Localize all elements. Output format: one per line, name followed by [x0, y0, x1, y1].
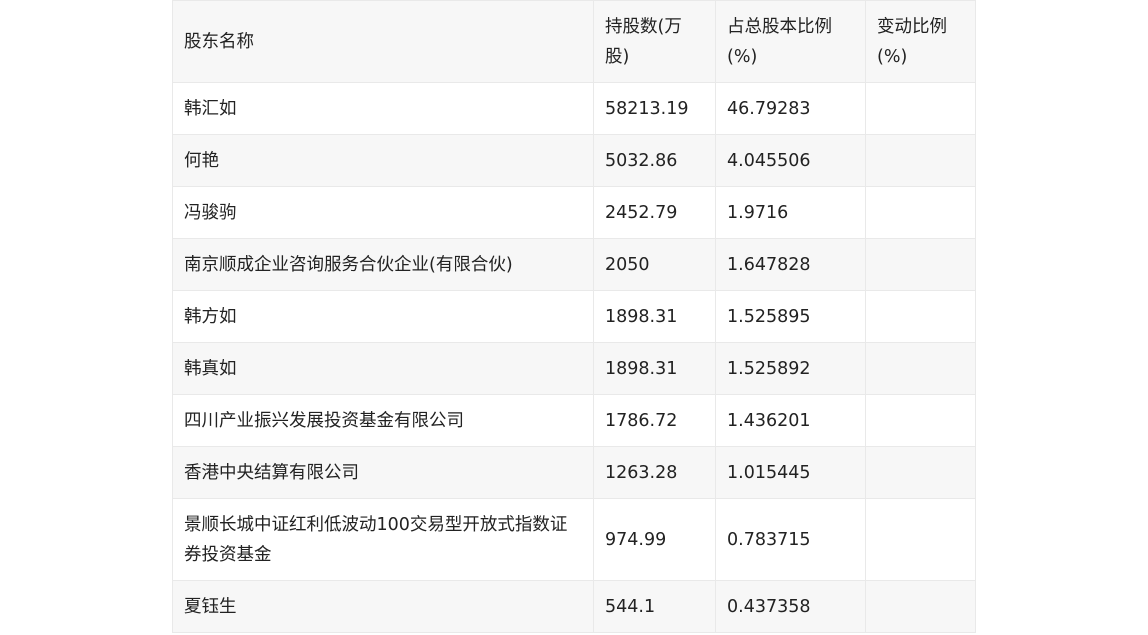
cell-shares: 974.99: [593, 498, 716, 581]
header-shares: 持股数(万股): [593, 0, 716, 83]
table-row: 景顺长城中证红利低波动100交易型开放式指数证券投资基金 974.99 0.78…: [172, 498, 976, 581]
table-row: 四川产业振兴发展投资基金有限公司 1786.72 1.436201: [172, 394, 976, 447]
cell-change: [865, 446, 976, 499]
cell-shares: 58213.19: [593, 82, 716, 135]
cell-name: 何艳: [172, 134, 594, 187]
cell-ratio: 0.783715: [715, 498, 866, 581]
cell-ratio: 1.436201: [715, 394, 866, 447]
cell-ratio: 4.045506: [715, 134, 866, 187]
cell-name: 夏钰生: [172, 580, 594, 633]
cell-name: 景顺长城中证红利低波动100交易型开放式指数证券投资基金: [172, 498, 594, 581]
cell-change: [865, 134, 976, 187]
table-header-row: 股东名称 持股数(万股) 占总股本比例(%) 变动比例(%): [172, 0, 976, 83]
cell-change: [865, 342, 976, 395]
cell-change: [865, 580, 976, 633]
cell-shares: 1263.28: [593, 446, 716, 499]
shareholder-table-container: 股东名称 持股数(万股) 占总股本比例(%) 变动比例(%) 韩汇如 58213…: [172, 0, 976, 633]
cell-shares: 5032.86: [593, 134, 716, 187]
header-shareholder-name: 股东名称: [172, 0, 594, 83]
table-row: 冯骏驹 2452.79 1.9716: [172, 186, 976, 239]
cell-ratio: 1.525892: [715, 342, 866, 395]
cell-ratio: 0.437358: [715, 580, 866, 633]
table-row: 韩汇如 58213.19 46.79283: [172, 82, 976, 135]
cell-shares: 2452.79: [593, 186, 716, 239]
cell-name: 韩汇如: [172, 82, 594, 135]
cell-shares: 1898.31: [593, 342, 716, 395]
header-change: 变动比例(%): [865, 0, 976, 83]
table-row: 香港中央结算有限公司 1263.28 1.015445: [172, 446, 976, 499]
cell-ratio: 1.647828: [715, 238, 866, 291]
cell-change: [865, 238, 976, 291]
table-row: 韩真如 1898.31 1.525892: [172, 342, 976, 395]
cell-change: [865, 82, 976, 135]
cell-name: 冯骏驹: [172, 186, 594, 239]
table-row: 韩方如 1898.31 1.525895: [172, 290, 976, 343]
cell-change: [865, 290, 976, 343]
cell-shares: 544.1: [593, 580, 716, 633]
cell-name: 韩方如: [172, 290, 594, 343]
cell-shares: 2050: [593, 238, 716, 291]
cell-name: 香港中央结算有限公司: [172, 446, 594, 499]
cell-change: [865, 186, 976, 239]
header-ratio: 占总股本比例(%): [715, 0, 866, 83]
cell-shares: 1786.72: [593, 394, 716, 447]
cell-ratio: 1.015445: [715, 446, 866, 499]
cell-name: 南京顺成企业咨询服务合伙企业(有限合伙): [172, 238, 594, 291]
cell-change: [865, 498, 976, 581]
table-row: 夏钰生 544.1 0.437358: [172, 580, 976, 633]
shareholder-table: 股东名称 持股数(万股) 占总股本比例(%) 变动比例(%) 韩汇如 58213…: [172, 0, 976, 633]
table-row: 南京顺成企业咨询服务合伙企业(有限合伙) 2050 1.647828: [172, 238, 976, 291]
cell-ratio: 1.9716: [715, 186, 866, 239]
cell-shares: 1898.31: [593, 290, 716, 343]
cell-name: 四川产业振兴发展投资基金有限公司: [172, 394, 594, 447]
cell-ratio: 46.79283: [715, 82, 866, 135]
cell-ratio: 1.525895: [715, 290, 866, 343]
cell-name: 韩真如: [172, 342, 594, 395]
table-row: 何艳 5032.86 4.045506: [172, 134, 976, 187]
cell-change: [865, 394, 976, 447]
